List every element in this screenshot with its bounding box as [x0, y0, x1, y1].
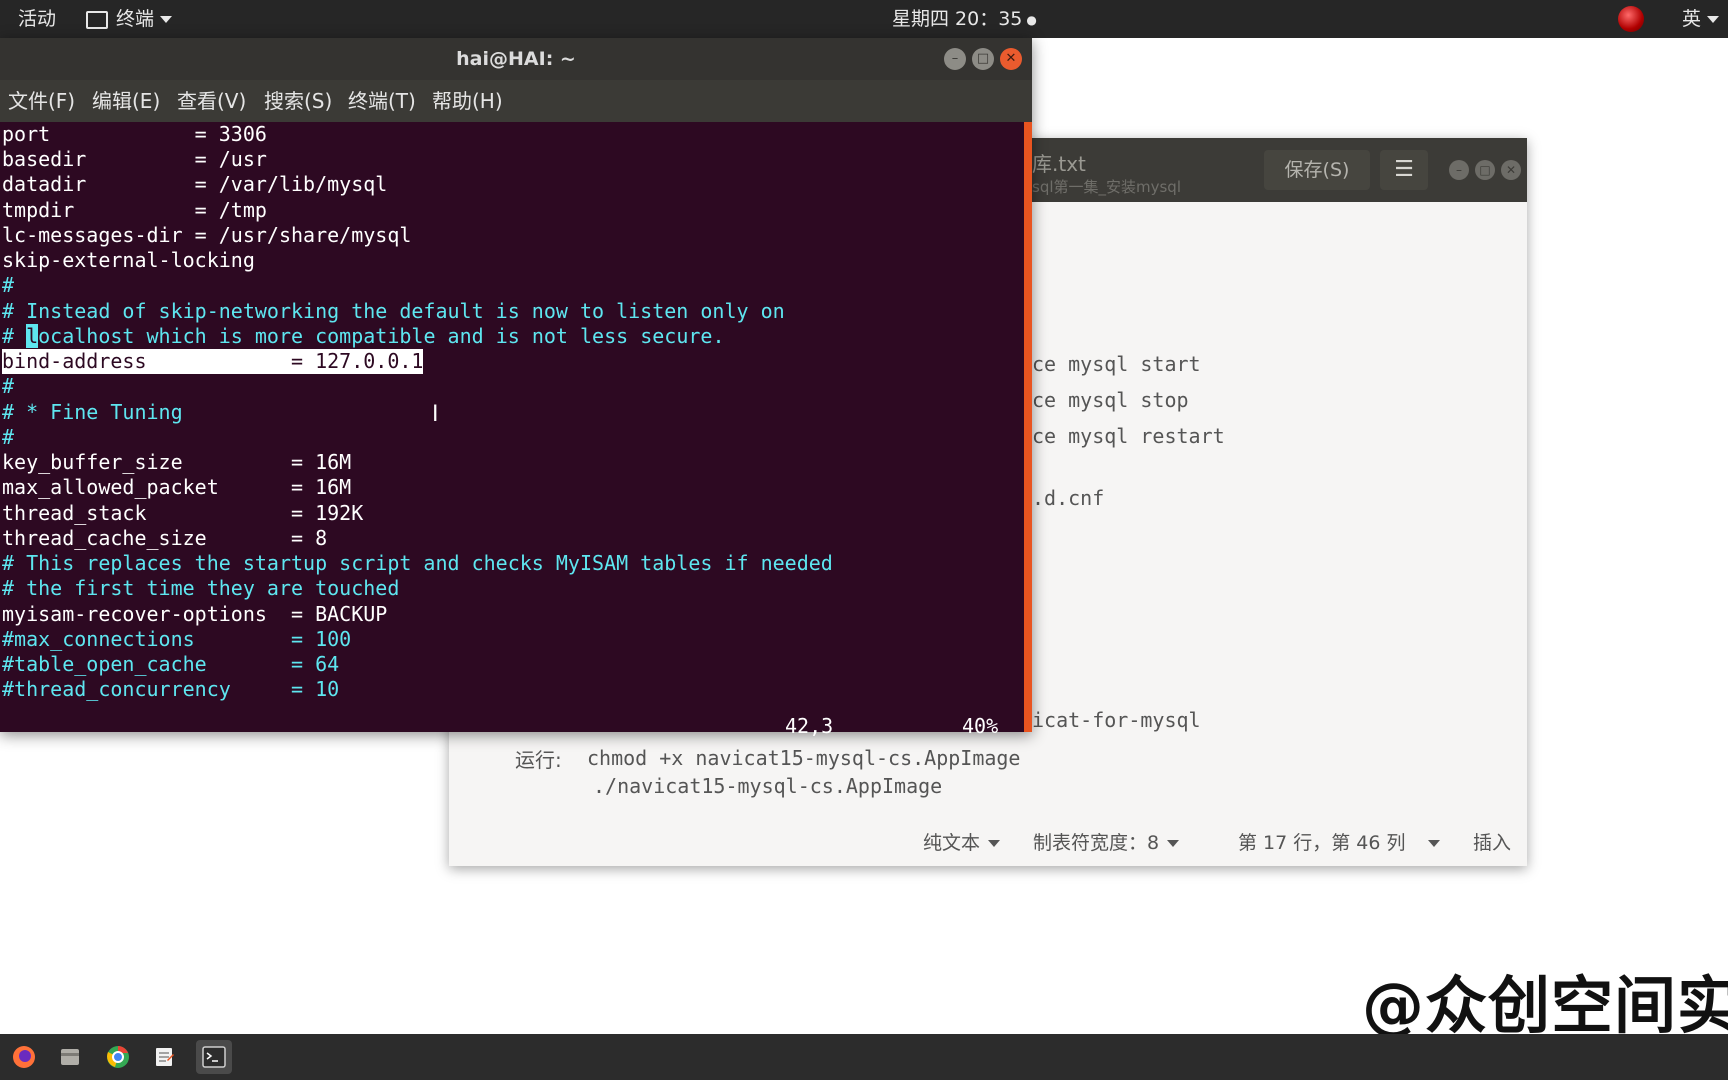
terminal-title-bar[interactable]: hai@HAI: ~ – □ ✕ — [0, 38, 1032, 80]
comment-line: # Instead of skip-networking the default… — [2, 299, 785, 323]
chevron-down-icon — [1167, 840, 1180, 847]
hamburger-menu-icon[interactable]: ☰ — [1380, 150, 1428, 190]
menu-terminal[interactable]: 终端(T) — [348, 80, 416, 122]
comment-line-with-cursor: # localhost which is more compatible and… — [2, 324, 724, 349]
selected-bind-address-line: bind-address = 127.0.0.1 — [2, 349, 424, 374]
text-cursor: l — [26, 324, 39, 348]
chevron-down-icon — [1707, 16, 1720, 23]
chevron-down-icon — [988, 840, 1001, 847]
watermark: @众创空间实 — [1362, 969, 1728, 1042]
config-line: skip-external-locking — [2, 248, 255, 272]
config-line: thread_stack = 192K — [2, 501, 364, 525]
editor-line: icat-for-mysql — [1032, 708, 1201, 732]
input-method-menu[interactable]: 英 — [1682, 0, 1720, 38]
comment-line: # This replaces the startup script and c… — [2, 551, 833, 575]
comment-line: # * Fine Tuning — [2, 400, 183, 424]
terminal-menu-bar: 文件(F) 编辑(E) 查看(V) 搜索(S) 终端(T) 帮助(H) — [0, 80, 1032, 122]
insert-mode-label: 插入 — [1473, 832, 1512, 854]
text-editor-icon[interactable] — [146, 1040, 182, 1074]
clock[interactable]: 星期四 20：35 ● — [892, 0, 1037, 38]
run-command-2: ./navicat15-mysql-cs.AppImage — [593, 774, 943, 798]
comment-rest: ocalhost which is more compatible and is… — [38, 324, 725, 348]
comment-line: # the first time they are touched — [2, 576, 400, 600]
comment-line: # — [2, 425, 15, 449]
minimize-icon[interactable]: – — [1449, 160, 1469, 180]
comment-prefix: # — [2, 324, 27, 348]
config-line: myisam-recover-options = BACKUP — [2, 602, 388, 626]
menu-file[interactable]: 文件(F) — [8, 80, 75, 122]
config-line: lc-messages-dir = /usr/share/mysql — [2, 223, 412, 247]
chevron-down-icon — [160, 16, 173, 23]
activities-button[interactable]: 活动 — [18, 0, 56, 38]
maximize-icon[interactable]: □ — [972, 48, 994, 70]
terminal-app-icon — [86, 10, 108, 29]
close-icon[interactable]: ✕ — [1501, 160, 1521, 180]
editor-line: ce mysql restart — [1032, 424, 1225, 448]
config-line: key_buffer_size = 16M — [2, 450, 352, 474]
run-command-1: chmod +x navicat15-mysql-cs.AppImage — [587, 746, 1021, 770]
firefox-icon[interactable] — [6, 1040, 42, 1074]
cursor-position-label: 第 17 行，第 46 列 — [1238, 832, 1406, 854]
editor-line: ce mysql stop — [1032, 388, 1189, 412]
top-panel: 活动 终端 星期四 20：35 ● 英 — [0, 0, 1728, 38]
editor-subtitle: sql第一集_安装mysql — [1032, 178, 1181, 196]
terminal-title: hai@HAI: ~ — [456, 48, 576, 70]
editor-line: .d.cnf — [1032, 486, 1105, 510]
config-line: max_allowed_packet = 16M — [2, 475, 352, 499]
tab-width-selector[interactable]: 制表符宽度：8 — [1033, 828, 1180, 855]
comment-line: # — [2, 273, 15, 297]
editor-status-bar: 纯文本 制表符宽度：8 第 17 行，第 46 列 插入 — [449, 820, 1527, 866]
syntax-label: 纯文本 — [923, 832, 981, 854]
vim-cursor-position: 42,3 — [785, 714, 834, 738]
minimize-icon[interactable]: – — [944, 48, 966, 70]
terminal-scrollbar[interactable] — [1024, 122, 1032, 732]
comment-line: # — [2, 374, 15, 398]
commented-config-line: #table_open_cache = 64 — [2, 652, 340, 676]
menu-view[interactable]: 查看(V) — [177, 80, 246, 122]
commented-config-line: #max_connections = 100 — [2, 627, 352, 651]
config-line: datadir = /var/lib/mysql — [2, 172, 388, 196]
clock-label: 星期四 20：35 — [892, 8, 1023, 30]
config-line: thread_cache_size = 8 — [2, 526, 328, 550]
maximize-icon[interactable]: □ — [1475, 160, 1495, 180]
status-record-icon[interactable] — [1618, 6, 1644, 32]
terminal-icon[interactable] — [196, 1040, 232, 1074]
notification-dot-icon: ● — [1026, 12, 1037, 27]
vim-scroll-percent: 40% — [962, 714, 999, 738]
chevron-down-icon — [1427, 840, 1440, 847]
files-icon[interactable] — [52, 1040, 88, 1074]
run-label: 运行: — [515, 748, 562, 772]
config-line: basedir = /usr — [2, 147, 267, 171]
mouse-ibeam-cursor-icon: I — [432, 402, 439, 427]
close-icon[interactable]: ✕ — [1000, 48, 1022, 70]
terminal-window: hai@HAI: ~ – □ ✕ 文件(F) 编辑(E) 查看(V) 搜索(S)… — [0, 38, 1032, 738]
tab-width-label: 制表符宽度：8 — [1033, 832, 1160, 854]
menu-search[interactable]: 搜索(S) — [264, 80, 332, 122]
editor-line: ce mysql start — [1032, 352, 1201, 376]
input-method-label: 英 — [1682, 8, 1702, 30]
terminal-content[interactable]: port = 3306 basedir = /usr datadir = /va… — [0, 122, 1024, 738]
app-menu[interactable]: 终端 — [86, 0, 173, 38]
taskbar — [0, 1034, 1728, 1080]
menu-help[interactable]: 帮助(H) — [432, 80, 503, 122]
app-menu-label: 终端 — [116, 8, 155, 30]
editor-title: 库.txt — [1032, 152, 1086, 176]
chrome-icon[interactable] — [100, 1040, 136, 1074]
config-line: port = 3306 — [2, 122, 267, 146]
save-button[interactable]: 保存(S) — [1264, 150, 1370, 190]
commented-config-line: #thread_concurrency = 10 — [2, 677, 340, 701]
cursor-position-selector[interactable]: 第 17 行，第 46 列 — [1238, 828, 1440, 855]
syntax-selector[interactable]: 纯文本 — [923, 828, 1001, 855]
config-line: tmpdir = /tmp — [2, 198, 267, 222]
menu-edit[interactable]: 编辑(E) — [92, 80, 160, 122]
